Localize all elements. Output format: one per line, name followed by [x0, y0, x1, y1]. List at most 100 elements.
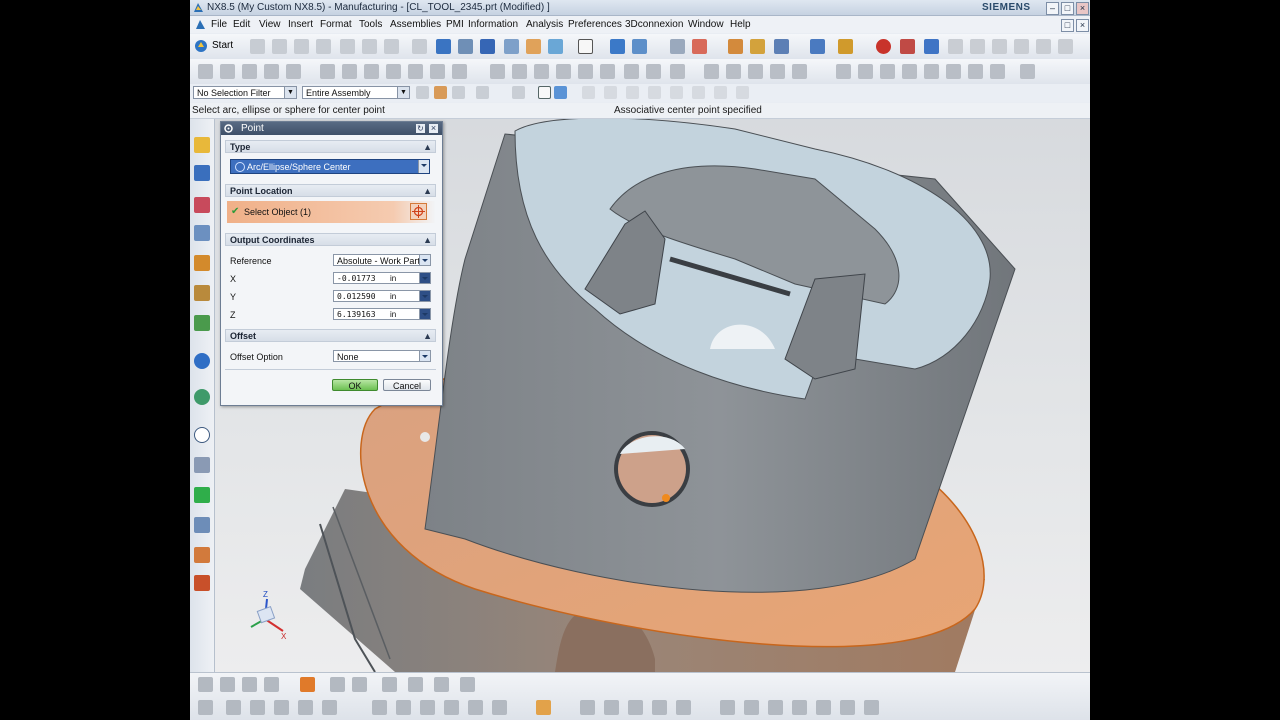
bottom-icon-10[interactable]: [434, 677, 449, 692]
menu-analysis[interactable]: Analysis: [526, 16, 563, 33]
machine-tool-icon[interactable]: [194, 547, 210, 563]
op-icon-33[interactable]: [968, 64, 983, 79]
menu-assemblies[interactable]: Assemblies: [390, 16, 441, 33]
snap-quadrant-icon[interactable]: [476, 86, 489, 99]
op-icon-24[interactable]: [748, 64, 763, 79]
bottom-icon-29[interactable]: [676, 700, 691, 715]
menu-3dconnexion[interactable]: 3Dconnexion: [625, 16, 683, 33]
z-field[interactable]: 6.139163 in: [333, 308, 431, 320]
bottom-icon-5[interactable]: [300, 677, 315, 692]
op-icon-35[interactable]: [1020, 64, 1035, 79]
bottom-icon-34[interactable]: [816, 700, 831, 715]
bottom-icon-26[interactable]: [604, 700, 619, 715]
cancel-op-icon[interactable]: [876, 39, 891, 54]
close-doc-button[interactable]: ×: [1076, 19, 1089, 32]
menu-tools[interactable]: Tools: [359, 16, 382, 33]
bottom-icon-19[interactable]: [396, 700, 411, 715]
snap-icon[interactable]: [728, 39, 743, 54]
select-object-row[interactable]: ✔ Select Object (1): [227, 201, 435, 223]
bottom-icon-7[interactable]: [352, 677, 367, 692]
bottom-icon-33[interactable]: [792, 700, 807, 715]
save-icon[interactable]: [294, 39, 309, 54]
ok-button[interactable]: OK: [332, 379, 378, 391]
close-button[interactable]: ×: [1076, 2, 1089, 15]
op-icon-4[interactable]: [264, 64, 279, 79]
snap-pole-icon[interactable]: [692, 86, 705, 99]
chevron-down-icon[interactable]: [419, 291, 430, 301]
type-dropdown[interactable]: Arc/Ellipse/Sphere Center: [230, 159, 430, 174]
graphics-window[interactable]: Z X Point ↻ × Type ▲ Arc/Ellipse/Sphere: [215, 119, 1090, 672]
op-icon-34[interactable]: [990, 64, 1005, 79]
assembly-navigator-icon[interactable]: [194, 165, 210, 181]
assembly-icon[interactable]: [670, 39, 685, 54]
op-icon-13[interactable]: [490, 64, 505, 79]
sketch-icon[interactable]: [610, 39, 625, 54]
measure-icon[interactable]: [692, 39, 707, 54]
paste-icon[interactable]: [384, 39, 399, 54]
bottom-icon-3[interactable]: [242, 677, 257, 692]
menu-view[interactable]: View: [259, 16, 281, 33]
op-icon-18[interactable]: [600, 64, 615, 79]
bottom-icon-18[interactable]: [372, 700, 387, 715]
offset-option-dropdown[interactable]: None: [333, 350, 431, 362]
wcs-icon[interactable]: [548, 39, 563, 54]
menu-edit[interactable]: Edit: [233, 16, 250, 33]
op-icon-25[interactable]: [770, 64, 785, 79]
op-icon-2[interactable]: [220, 64, 235, 79]
bottom-icon-23[interactable]: [492, 700, 507, 715]
minimize-button[interactable]: –: [1046, 2, 1059, 15]
bottom-icon-28[interactable]: [652, 700, 667, 715]
type-filter-dropdown[interactable]: No Selection Filter ▼: [193, 86, 297, 99]
type-section-header[interactable]: Type ▲: [225, 140, 436, 153]
op-icon-3[interactable]: [242, 64, 257, 79]
shape-6-icon[interactable]: [1058, 39, 1073, 54]
reference-dropdown[interactable]: Absolute - Work Part: [333, 254, 431, 266]
op-icon-10[interactable]: [408, 64, 423, 79]
op-icon-23[interactable]: [726, 64, 741, 79]
reuse-library-icon[interactable]: [194, 255, 210, 271]
snap-bound-icon[interactable]: [736, 86, 749, 99]
bottom-icon-14[interactable]: [250, 700, 265, 715]
offset-section-header[interactable]: Offset ▲: [225, 329, 436, 342]
shape-3-icon[interactable]: [992, 39, 1007, 54]
dialog-close-icon[interactable]: ×: [429, 124, 438, 133]
print-icon[interactable]: [316, 39, 331, 54]
op-icon-30[interactable]: [902, 64, 917, 79]
open-icon[interactable]: [272, 39, 287, 54]
palette-icon[interactable]: [194, 517, 210, 533]
copy-icon[interactable]: [362, 39, 377, 54]
view-orient-icon[interactable]: [504, 39, 519, 54]
bottom-icon-24[interactable]: [536, 700, 551, 715]
shape-2-icon[interactable]: [970, 39, 985, 54]
op-icon-14[interactable]: [512, 64, 527, 79]
snap-existing-icon[interactable]: [512, 86, 525, 99]
bottom-icon-13[interactable]: [226, 700, 241, 715]
op-icon-21[interactable]: [670, 64, 685, 79]
y-field[interactable]: 0.012590 in: [333, 290, 431, 302]
bottom-icon-17[interactable]: [322, 700, 337, 715]
bottom-icon-25[interactable]: [580, 700, 595, 715]
menu-insert[interactable]: Insert: [288, 16, 313, 33]
snap-control-icon[interactable]: [670, 86, 683, 99]
start-button[interactable]: Start: [194, 38, 244, 54]
menu-format[interactable]: Format: [320, 16, 352, 33]
nx-menu-icon[interactable]: [195, 19, 206, 30]
bottom-icon-21[interactable]: [444, 700, 459, 715]
hd3d-icon[interactable]: [194, 285, 210, 301]
point-icon[interactable]: [750, 39, 765, 54]
roles-icon[interactable]: [194, 457, 210, 473]
op-icon-11[interactable]: [430, 64, 445, 79]
bottom-icon-1[interactable]: [198, 677, 213, 692]
point-dialog-button[interactable]: [410, 203, 427, 220]
op-icon-27[interactable]: [836, 64, 851, 79]
op-icon-8[interactable]: [364, 64, 379, 79]
snap-intersect-icon[interactable]: [626, 86, 639, 99]
op-icon-17[interactable]: [578, 64, 593, 79]
snap-center-icon[interactable]: [452, 86, 465, 99]
process-studio-icon[interactable]: [194, 389, 210, 405]
browser-icon[interactable]: [924, 39, 939, 54]
snap-midpoint-icon[interactable]: [434, 86, 447, 99]
bottom-icon-22[interactable]: [468, 700, 483, 715]
bottom-icon-35[interactable]: [840, 700, 855, 715]
selection-scope-dropdown[interactable]: Entire Assembly ▼: [302, 86, 410, 99]
